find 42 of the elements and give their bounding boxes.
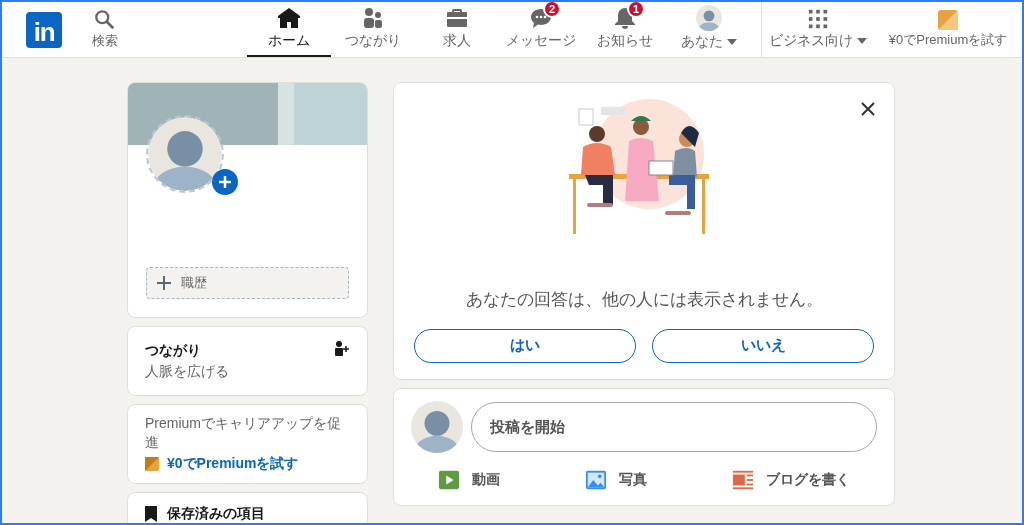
notification-badge: 1 (627, 2, 645, 18)
article-icon (732, 468, 754, 491)
search-button[interactable]: 検索 (86, 2, 123, 57)
bookmark-icon (145, 505, 157, 522)
people-icon (361, 6, 385, 30)
nav-tab[interactable]: 求人 (415, 2, 499, 57)
post-action-button[interactable]: 動画 (436, 464, 502, 495)
home-icon (277, 6, 301, 30)
avatar-icon (696, 5, 722, 31)
add-photo-icon[interactable] (212, 169, 238, 195)
play-video-icon (438, 468, 460, 491)
search-icon (93, 8, 116, 31)
bell-icon (613, 6, 637, 30)
avatar-placeholder (411, 400, 463, 453)
start-post-field[interactable]: 投稿を開始 (471, 401, 877, 452)
logo[interactable]: in (26, 11, 62, 48)
post-action-button[interactable]: ブログを書く (730, 464, 852, 495)
saved-items-card[interactable]: 保存済みの項目 (127, 492, 368, 523)
plus-icon (157, 276, 171, 290)
card-title: つながり (145, 341, 202, 360)
premium-icon (145, 456, 159, 471)
nav-tab[interactable]: 1 お知らせ (583, 2, 667, 57)
nav-tab[interactable]: あなた (667, 2, 751, 57)
premium-promo-text: Premiumでキャリアアップを促進 (145, 414, 342, 452)
briefcase-icon (445, 6, 469, 30)
add-experience-button[interactable]: 職歴 (146, 267, 349, 299)
notification-badge: 2 (543, 2, 561, 18)
nav-tab[interactable]: ホーム (247, 2, 331, 57)
privacy-notice: あなたの回答は、他の人には表示されません。 (465, 289, 823, 311)
close-icon (861, 102, 875, 116)
post-action-button[interactable]: 写真 (583, 464, 649, 495)
connections-card[interactable]: つながり 人脈を広げる (127, 326, 368, 396)
premium-icon (938, 9, 958, 30)
premium-link[interactable]: ¥0でPremiumを試す (874, 2, 1022, 57)
grid-icon (807, 8, 829, 30)
business-menu[interactable]: ビジネス向け (762, 2, 874, 57)
image-icon (585, 468, 607, 491)
card-subtitle: 人脈を広げる (145, 362, 229, 381)
add-person-icon (334, 340, 350, 356)
nav-tab[interactable]: つながり (331, 2, 415, 57)
premium-trial-link[interactable]: ¥0でPremiumを試す (167, 453, 299, 474)
nav-tab[interactable]: 2 メッセージ (499, 2, 583, 57)
